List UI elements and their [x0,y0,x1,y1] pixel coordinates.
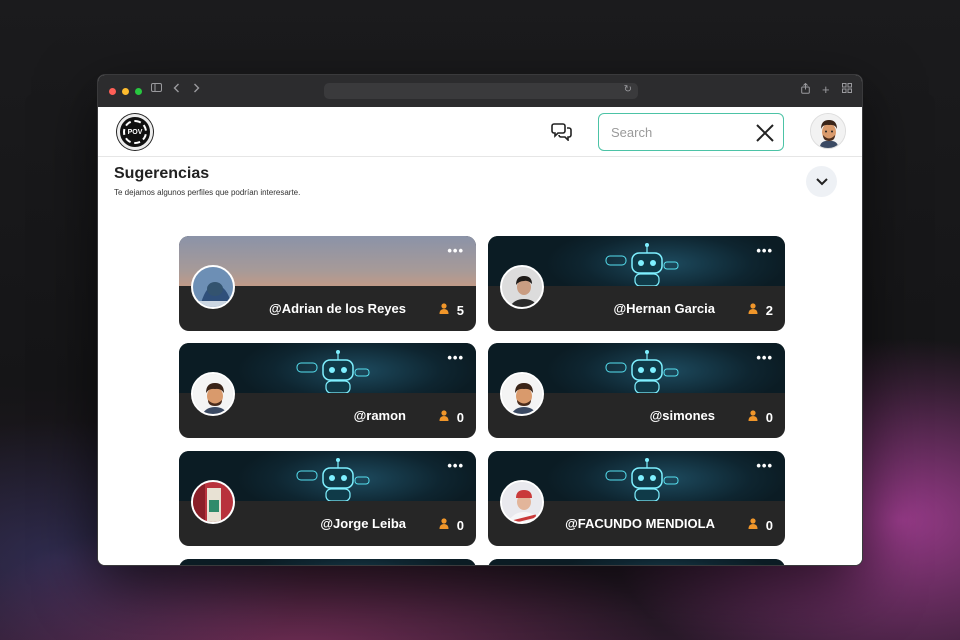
user-icon [439,516,449,534]
follower-count-value: 5 [456,302,464,318]
close-window-button[interactable] [109,87,116,95]
profile-card[interactable]: ••• @Hernan Garcia 2 [488,236,785,331]
profile-avatar[interactable] [191,480,235,524]
profile-avatar[interactable] [500,265,544,309]
browser-window: ↻ + POV Search Sugerencias Te dejamos al… [97,74,863,566]
user-icon [439,301,449,319]
logo-ring [123,120,147,144]
profile-handle[interactable]: @ramon [354,408,406,423]
back-icon[interactable] [173,83,180,96]
collapse-button[interactable] [806,166,837,197]
more-horizontal-icon[interactable]: ••• [447,458,464,473]
minimize-window-button[interactable] [122,87,129,95]
profile-handle[interactable]: @Adrian de los Reyes [269,301,406,316]
top-navigation: POV [98,107,862,157]
profile-handle[interactable]: @Jorge Leiba [320,516,406,531]
suggestions-subtitle: Te dejamos algunos perfiles que podrían … [114,188,301,197]
address-bar[interactable]: ↻ [324,83,638,99]
user-icon [748,301,758,319]
app-logo[interactable]: POV [117,114,153,150]
follower-count-value: 0 [456,409,464,425]
more-horizontal-icon[interactable]: ••• [447,350,464,365]
forward-icon[interactable] [193,83,200,96]
follower-count-value: 0 [765,517,773,533]
maximize-window-button[interactable] [135,87,142,95]
search-input[interactable] [611,124,741,140]
profile-card[interactable]: ••• @ramon 0 [179,343,476,438]
follower-count-value: 0 [456,517,464,533]
more-horizontal-icon[interactable]: ••• [756,350,773,365]
tab-overview-icon[interactable] [842,83,852,96]
main-content: Sugerencias Te dejamos algunos perfiles … [98,157,862,565]
profile-card[interactable]: ••• @Jorge Leiba 0 [179,451,476,546]
follower-count-value: 0 [765,409,773,425]
follower-count: 0 [748,516,773,534]
follower-count: 0 [439,408,464,426]
user-icon [748,408,758,426]
profile-card[interactable]: ••• @simones 0 [488,343,785,438]
profile-handle[interactable]: @simones [650,408,715,423]
user-icon [748,516,758,534]
card-banner [179,559,476,565]
profile-handle[interactable]: @FACUNDO MENDIOLA [565,516,715,531]
chat-bubbles-icon[interactable] [551,121,573,146]
window-controls [109,87,142,95]
profile-avatar[interactable] [500,480,544,524]
follower-count: 5 [439,301,464,319]
user-avatar[interactable] [810,113,846,149]
share-icon[interactable] [801,82,810,97]
profile-card[interactable]: ••• @Adrian de los Reyes 5 [179,236,476,331]
profile-avatar[interactable] [191,265,235,309]
close-icon[interactable] [755,123,775,148]
follower-count-value: 2 [765,302,773,318]
suggestions-title: Sugerencias [114,165,210,182]
card-banner [488,559,785,565]
more-horizontal-icon[interactable]: ••• [756,458,773,473]
browser-titlebar: ↻ + [98,75,862,107]
profile-avatar[interactable] [500,372,544,416]
profile-card[interactable]: ••• @FACUNDO MENDIOLA 0 [488,451,785,546]
more-horizontal-icon[interactable]: ••• [756,243,773,258]
search-box[interactable] [598,113,784,151]
reload-icon[interactable]: ↻ [624,84,632,95]
profile-card[interactable] [488,559,785,565]
profile-avatar[interactable] [191,372,235,416]
follower-count: 0 [748,408,773,426]
chevron-down-icon [815,173,828,191]
sidebar-toggle-icon[interactable] [151,83,162,95]
follower-count: 0 [439,516,464,534]
user-icon [439,408,449,426]
profile-handle[interactable]: @Hernan Garcia [613,301,715,316]
profile-card[interactable] [179,559,476,565]
follower-count: 2 [748,301,773,319]
more-horizontal-icon[interactable]: ••• [447,243,464,258]
new-tab-icon[interactable]: + [822,82,830,97]
